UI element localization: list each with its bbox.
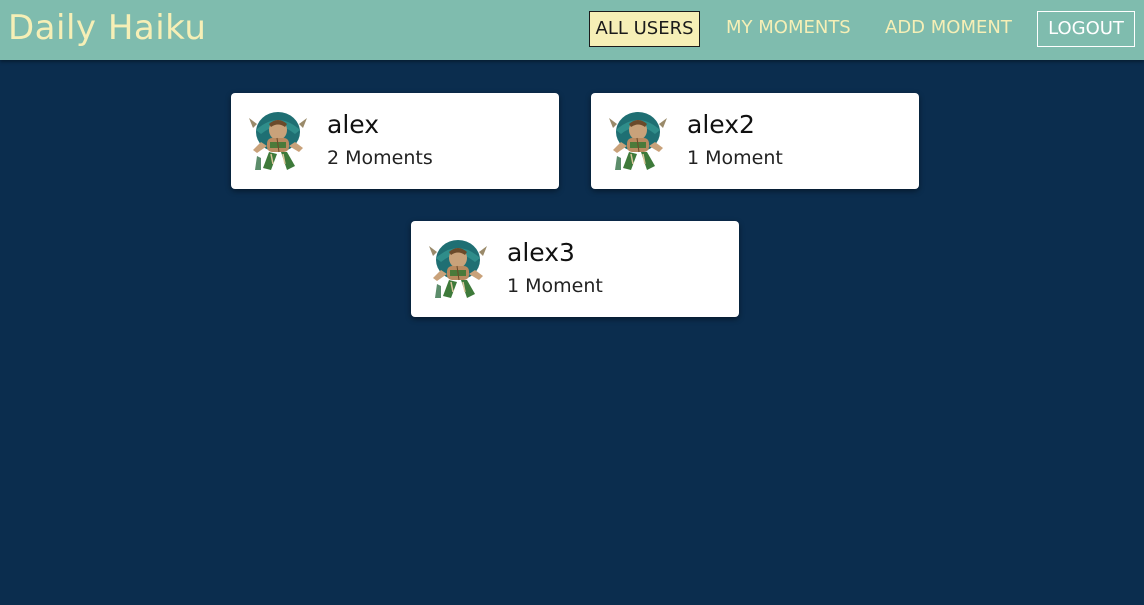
nav-add-moment[interactable]: ADD MOMENT xyxy=(885,11,1012,47)
user-name: alex xyxy=(327,110,380,139)
user-name: alex3 xyxy=(507,238,575,267)
nav-all-users[interactable]: ALL USERS xyxy=(589,11,700,47)
user-name: alex2 xyxy=(687,110,755,139)
navbar: Daily Haiku ALL USERS MY MOMENTS ADD MOM… xyxy=(0,0,1144,60)
user-card[interactable]: alex3 1 Moment xyxy=(411,221,739,317)
nav-my-moments[interactable]: MY MOMENTS xyxy=(726,11,851,47)
user-card[interactable]: alex 2 Moments xyxy=(231,93,559,189)
warrior-avatar-icon xyxy=(247,108,309,172)
user-moment-count: 2 Moments xyxy=(327,147,433,169)
user-moment-count: 1 Moment xyxy=(687,147,783,169)
warrior-avatar-icon xyxy=(427,236,489,300)
user-card[interactable]: alex2 1 Moment xyxy=(591,93,919,189)
logout-button[interactable]: LOGOUT xyxy=(1037,11,1135,47)
warrior-avatar-icon xyxy=(607,108,669,172)
brand-title[interactable]: Daily Haiku xyxy=(8,6,206,50)
user-moment-count: 1 Moment xyxy=(507,275,603,297)
